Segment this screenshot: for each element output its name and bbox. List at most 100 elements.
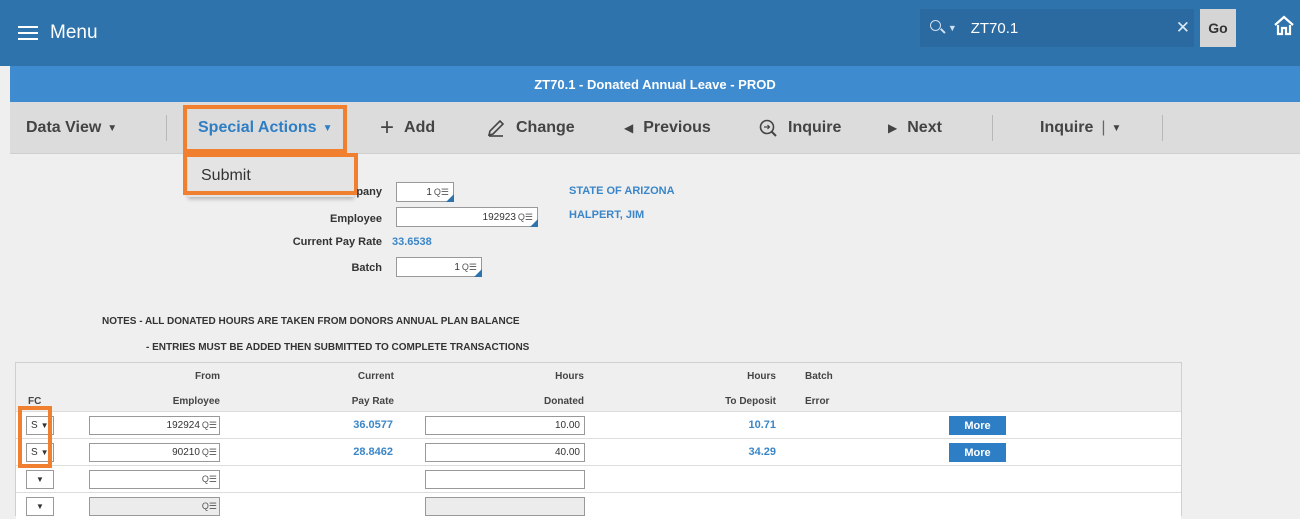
header-pay-rate: Pay Rate bbox=[351, 396, 394, 407]
chevron-down-icon: ▼ bbox=[40, 421, 49, 430]
data-view-menu[interactable]: Data View ▼ bbox=[26, 102, 117, 154]
previous-button[interactable]: ◀ Previous bbox=[624, 102, 711, 154]
plus-icon: + bbox=[380, 114, 395, 141]
toolbar-divider bbox=[992, 115, 993, 141]
more-button[interactable]: More bbox=[949, 416, 1006, 435]
fc-select[interactable]: S ▼ bbox=[26, 416, 54, 435]
fc-value: S bbox=[31, 420, 38, 431]
change-label: Change bbox=[516, 119, 575, 136]
chevron-down-icon: ▼ bbox=[36, 502, 44, 511]
header-fc: FC bbox=[28, 396, 42, 407]
hours-donated-field[interactable] bbox=[425, 470, 585, 489]
chevron-down-icon[interactable]: ▼ bbox=[948, 23, 957, 33]
header-from: From bbox=[195, 371, 220, 382]
data-view-label: Data View bbox=[26, 119, 102, 136]
search-icon[interactable] bbox=[930, 18, 948, 38]
header-error: Error bbox=[805, 396, 830, 407]
pay-rate-label: Current Pay Rate bbox=[292, 236, 382, 248]
lookup-icon[interactable]: Q☰ bbox=[202, 447, 217, 458]
employee-name: HALPERT, JIM bbox=[569, 209, 645, 221]
fc-select[interactable]: ▼ bbox=[26, 497, 54, 516]
header-hours: Hours bbox=[555, 371, 584, 382]
company-field[interactable]: 1 Q☰ bbox=[396, 182, 454, 202]
add-button[interactable]: + Add bbox=[380, 102, 435, 154]
header-donated: Donated bbox=[544, 396, 584, 407]
batch-value: 1 bbox=[454, 261, 460, 273]
top-bar: Menu ▼ ✕ Go bbox=[0, 0, 1300, 66]
close-icon[interactable]: ✕ bbox=[1172, 18, 1194, 38]
hours-donated-field[interactable] bbox=[425, 497, 585, 516]
hours-donated-field[interactable]: 40.00 bbox=[425, 443, 585, 462]
donor-pay-rate: 36.0577 bbox=[353, 419, 393, 431]
fc-value: S bbox=[31, 447, 38, 458]
menu-divider: | bbox=[1101, 119, 1106, 136]
fc-select[interactable]: ▼ bbox=[26, 470, 54, 489]
donation-grid: From Current Hours Hours Batch FC Employ… bbox=[15, 362, 1182, 519]
fc-select[interactable]: S ▼ bbox=[26, 443, 54, 462]
table-row: S ▼ 192924 Q☰ 36.0577 10.00 10.71 More bbox=[16, 411, 1181, 438]
chevron-down-icon: ▼ bbox=[40, 448, 49, 457]
special-actions-menu[interactable]: Special Actions ▼ bbox=[198, 102, 332, 154]
lookup-icon[interactable]: Q☰ bbox=[202, 501, 217, 512]
inquire-label: Inquire bbox=[788, 119, 842, 136]
donor-employee-field[interactable]: 192924 Q☰ bbox=[89, 416, 220, 435]
go-button[interactable]: Go bbox=[1200, 9, 1236, 47]
donor-employee-value: 90210 bbox=[172, 447, 200, 458]
page-title: ZT70.1 - Donated Annual Leave - PROD bbox=[10, 66, 1300, 102]
donor-employee-field[interactable]: Q☰ bbox=[89, 497, 220, 516]
table-row: ▼ Q☰ bbox=[16, 465, 1181, 492]
home-icon[interactable] bbox=[1272, 14, 1296, 38]
search-box[interactable]: ▼ ✕ bbox=[920, 9, 1194, 47]
hours-donated-field[interactable]: 10.00 bbox=[425, 416, 585, 435]
menu-label: Menu bbox=[50, 22, 98, 43]
add-label: Add bbox=[404, 119, 436, 136]
donor-employee-field[interactable]: Q☰ bbox=[89, 470, 220, 489]
header-to-deposit: To Deposit bbox=[725, 396, 776, 407]
inquire-button[interactable]: Inquire bbox=[758, 102, 841, 154]
special-actions-label: Special Actions bbox=[198, 119, 317, 136]
inquire-menu[interactable]: Inquire | ▼ bbox=[1040, 102, 1121, 154]
triangle-left-icon: ◀ bbox=[624, 121, 634, 135]
inquire-menu-label: Inquire bbox=[1040, 119, 1094, 136]
next-button[interactable]: ▶ Next bbox=[888, 102, 942, 154]
triangle-right-icon: ▶ bbox=[888, 121, 898, 135]
chevron-down-icon: ▼ bbox=[36, 475, 44, 484]
lookup-icon[interactable]: Q☰ bbox=[202, 474, 217, 485]
company-label: pany bbox=[356, 186, 382, 198]
donor-pay-rate: 28.8462 bbox=[353, 446, 393, 458]
hours-to-deposit: 10.71 bbox=[748, 419, 776, 431]
employee-label: Employee bbox=[330, 213, 382, 225]
submit-label: Submit bbox=[201, 167, 251, 184]
employee-field[interactable]: 192923 Q☰ bbox=[396, 207, 538, 227]
change-button[interactable]: Change bbox=[486, 102, 575, 154]
notes-line-2: - ENTRIES MUST BE ADDED THEN SUBMITTED T… bbox=[146, 342, 530, 353]
employee-value: 192923 bbox=[482, 211, 516, 223]
company-value: 1 bbox=[426, 186, 432, 198]
header-hours-deposit: Hours bbox=[747, 371, 776, 382]
search-bar: ▼ ✕ Go bbox=[920, 9, 1236, 47]
next-label: Next bbox=[907, 119, 942, 136]
pay-rate-value: 33.6538 bbox=[392, 236, 432, 248]
search-input[interactable] bbox=[968, 18, 1172, 38]
magnify-icon bbox=[759, 119, 777, 137]
toolbar-divider bbox=[166, 115, 167, 141]
menu-button[interactable]: Menu bbox=[18, 20, 98, 46]
pencil-icon bbox=[487, 119, 505, 137]
donor-employee-field[interactable]: 90210 Q☰ bbox=[89, 443, 220, 462]
toolbar: Data View ▼ Special Actions ▼ + Add Chan… bbox=[10, 102, 1300, 154]
table-row: ▼ Q☰ bbox=[16, 492, 1181, 519]
notes-line-1: NOTES - ALL DONATED HOURS ARE TAKEN FROM… bbox=[102, 316, 520, 327]
lookup-icon[interactable]: Q☰ bbox=[202, 420, 217, 431]
header-employee: Employee bbox=[172, 396, 220, 407]
batch-field[interactable]: 1 Q☰ bbox=[396, 257, 482, 277]
chevron-down-icon: ▼ bbox=[1111, 122, 1122, 134]
batch-label: Batch bbox=[351, 262, 382, 274]
chevron-down-icon: ▼ bbox=[322, 122, 333, 134]
more-button[interactable]: More bbox=[949, 443, 1006, 462]
hours-to-deposit: 34.29 bbox=[748, 446, 776, 458]
hamburger-icon bbox=[18, 26, 38, 40]
donor-employee-value: 192924 bbox=[166, 420, 200, 431]
header-batch: Batch bbox=[805, 371, 833, 382]
chevron-down-icon: ▼ bbox=[107, 122, 118, 134]
previous-label: Previous bbox=[643, 119, 711, 136]
